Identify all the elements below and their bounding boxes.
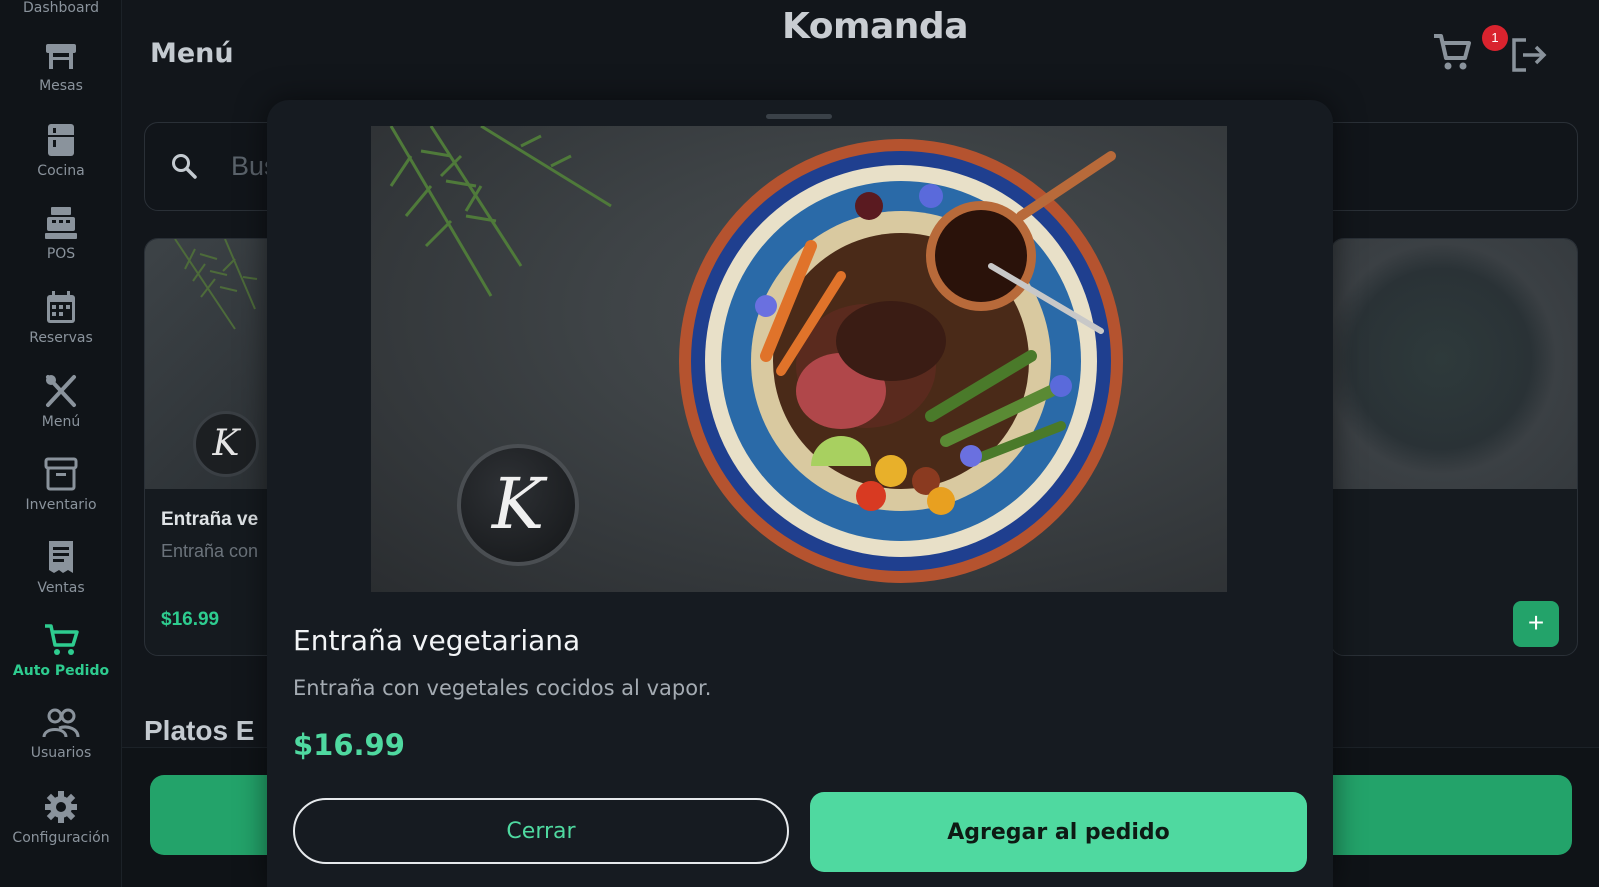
add-to-order-button[interactable]: + xyxy=(1513,601,1559,647)
sidebar-item-auto-pedido[interactable]: Auto Pedido xyxy=(0,623,121,679)
sidebar-item-reservas[interactable]: Reservas xyxy=(0,290,121,346)
card-price: $16.99 xyxy=(161,609,220,630)
sidebar-item-label: Reservas xyxy=(29,330,93,346)
cart-count-badge: 1 xyxy=(1482,25,1508,51)
receipt-icon xyxy=(49,541,73,573)
fridge-icon xyxy=(48,124,74,156)
card-description: Entraña con xyxy=(161,541,259,561)
close-button[interactable]: Cerrar xyxy=(293,798,789,864)
sidebar-item-label: Inventario xyxy=(25,497,97,513)
sidebar-item-label: Usuarios xyxy=(30,745,92,761)
card-title: Entraña ve xyxy=(161,509,259,530)
sidebar-item-usuarios[interactable]: Usuarios xyxy=(0,707,121,761)
page-title: Menú xyxy=(150,38,234,69)
table-icon xyxy=(46,44,76,69)
gear-icon xyxy=(45,791,77,823)
sidebar-item-label: Configuración xyxy=(12,830,110,846)
sidebar-item-cocina[interactable]: Cocina xyxy=(0,123,121,179)
sidebar-item-ventas[interactable]: Ventas xyxy=(0,540,121,596)
sidebar-item-inventario[interactable]: Inventario xyxy=(0,457,121,513)
dish-image xyxy=(1331,239,1577,489)
logout-icon xyxy=(1512,38,1547,72)
users-icon xyxy=(42,708,80,738)
archive-box-icon xyxy=(44,457,78,491)
calendar-icon xyxy=(47,291,75,323)
utensils-icon xyxy=(46,375,76,407)
drag-handle[interactable] xyxy=(766,114,832,119)
sidebar-item-label: Auto Pedido xyxy=(12,663,110,679)
product-detail-modal: K Entraña vegetariana Entraña con vegeta… xyxy=(267,100,1333,887)
top-header: Menú Komanda 1 xyxy=(122,0,1599,100)
app-root: Dashboard Mesas Cocina POS Reservas Menú… xyxy=(0,0,1599,887)
logout-button[interactable] xyxy=(1510,36,1550,76)
sidebar-item-mesas[interactable]: Mesas xyxy=(0,40,121,94)
cart-icon xyxy=(45,624,79,655)
brand-badge: K xyxy=(457,444,579,566)
sidebar-item-label: POS xyxy=(46,246,76,262)
sidebar-item-menu[interactable]: Menú xyxy=(0,374,121,430)
sidebar-item-dashboard[interactable]: Dashboard xyxy=(0,0,121,16)
search-icon xyxy=(172,154,197,179)
brand-badge: K xyxy=(193,411,259,477)
sidebar: Dashboard Mesas Cocina POS Reservas Menú… xyxy=(0,0,122,887)
add-to-order-button[interactable]: Agregar al pedido xyxy=(810,792,1307,872)
product-price: $16.99 xyxy=(293,728,405,762)
product-description: Entraña con vegetales cocidos al vapor. xyxy=(293,676,712,700)
sidebar-item-pos[interactable]: POS xyxy=(0,206,121,262)
product-title: Entraña vegetariana xyxy=(293,624,581,657)
app-logo: Komanda xyxy=(782,6,969,47)
sidebar-item-configuracion[interactable]: Configuración xyxy=(0,790,121,846)
dish-photo: K xyxy=(371,126,1227,592)
sidebar-item-label: Menú xyxy=(41,414,81,430)
cash-register-icon xyxy=(45,207,77,239)
sidebar-item-label: Ventas xyxy=(37,580,85,596)
section-title: Platos E xyxy=(144,715,255,745)
cart-button[interactable] xyxy=(1432,32,1476,76)
cart-icon xyxy=(1434,34,1471,70)
menu-card[interactable]: + xyxy=(1330,238,1578,656)
sidebar-item-label: Mesas xyxy=(39,78,83,94)
sidebar-item-label: Cocina xyxy=(37,163,85,179)
